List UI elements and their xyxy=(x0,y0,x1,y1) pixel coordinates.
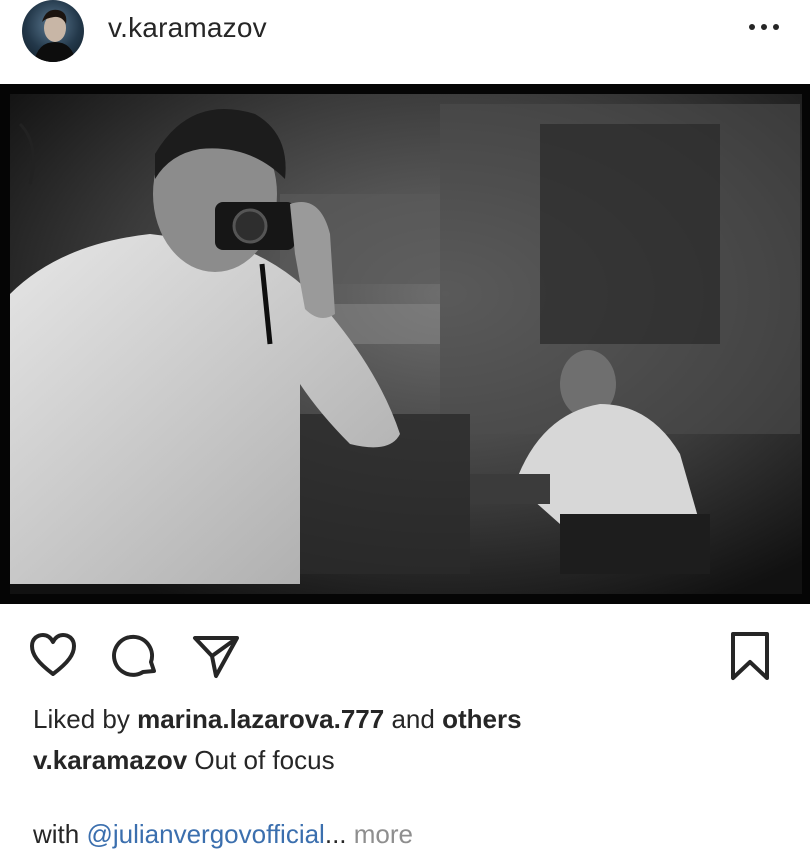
post-caption: v.karamazov Out of focus xyxy=(33,745,335,776)
post-header: v.karamazov xyxy=(0,0,810,84)
liker-username[interactable]: marina.lazarova.777 xyxy=(137,704,384,734)
more-link[interactable]: more xyxy=(347,819,413,849)
likes-middle: and xyxy=(384,704,443,734)
likes-prefix: Liked by xyxy=(33,704,138,734)
post-actions-bar xyxy=(0,612,810,692)
post-author-username[interactable]: v.karamazov xyxy=(108,12,267,44)
caption-text: Out of focus xyxy=(187,745,335,775)
bookmark-icon[interactable] xyxy=(724,630,776,682)
more-options-icon[interactable] xyxy=(746,12,782,42)
heart-icon[interactable] xyxy=(27,630,79,682)
paper-plane-icon[interactable] xyxy=(190,630,242,682)
caption-continuation: with @julianvergovofficial... more xyxy=(33,819,413,850)
caption-username[interactable]: v.karamazov xyxy=(33,745,187,775)
likes-others-link[interactable]: others xyxy=(442,704,521,734)
comment-icon[interactable] xyxy=(110,630,162,682)
mention-link[interactable]: @julianvergovofficial xyxy=(86,819,324,849)
post-photo[interactable] xyxy=(0,84,810,604)
truncation-ellipsis: ... xyxy=(324,819,347,849)
profile-avatar[interactable] xyxy=(22,0,84,62)
with-prefix: with xyxy=(33,819,87,849)
likes-summary: Liked by marina.lazarova.777 and others xyxy=(33,704,522,735)
